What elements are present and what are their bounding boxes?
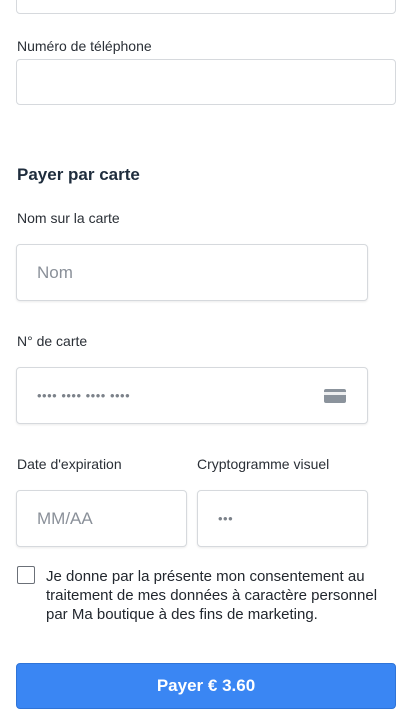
card-number-input[interactable]: •••• •••• •••• ••••: [16, 367, 368, 424]
previous-field[interactable]: [16, 0, 396, 14]
cvc-input[interactable]: •••: [197, 490, 368, 547]
expiry-placeholder: MM/AA: [37, 509, 93, 528]
expiry-input[interactable]: MM/AA: [16, 490, 187, 547]
cvc-label: Cryptogramme visuel: [197, 456, 330, 472]
card-name-label: Nom sur la carte: [17, 210, 120, 226]
phone-input[interactable]: [16, 59, 396, 105]
consent-text: Je donne par la présente mon consentemen…: [46, 568, 378, 623]
card-number-label: N° de carte: [17, 333, 88, 349]
pay-button[interactable]: Payer € 3.60: [16, 663, 396, 709]
expiry-label: Date d'expiration: [17, 456, 122, 472]
card-name-placeholder: Nom: [37, 263, 73, 282]
consent-checkbox[interactable]: [17, 566, 35, 584]
credit-card-icon: [324, 388, 346, 404]
card-number-placeholder: •••• •••• •••• ••••: [37, 388, 131, 403]
card-name-input[interactable]: Nom: [16, 244, 368, 301]
pay-button-label: Payer € 3.60: [156, 676, 256, 695]
phone-label: Numéro de téléphone: [17, 38, 152, 54]
section-title-card: Payer par carte: [17, 165, 140, 184]
cvc-placeholder: •••: [218, 511, 234, 526]
